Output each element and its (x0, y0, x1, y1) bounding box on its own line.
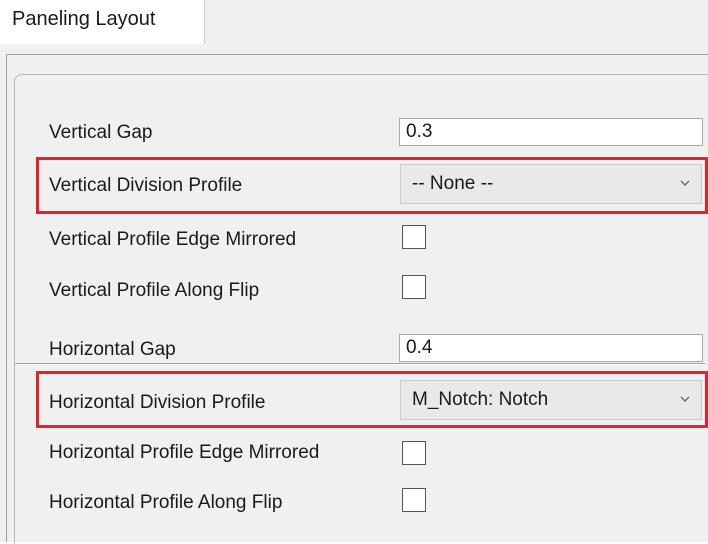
tab-paneling-layout[interactable]: Paneling Layout (0, 0, 205, 44)
vertical-along-flip-checkbox[interactable] (402, 275, 426, 299)
vertical-edge-mirrored-checkbox[interactable] (402, 225, 426, 249)
horizontal-gap-input[interactable]: 0.4 (399, 334, 703, 362)
horizontal-along-flip-label: Horizontal Profile Along Flip (49, 492, 283, 513)
horizontal-edge-mirrored-checkbox[interactable] (402, 441, 426, 465)
properties-panel: Vertical Gap 0.3 Vertical Division Profi… (0, 44, 708, 544)
tab-label: Paneling Layout (12, 8, 156, 30)
horizontal-along-flip-checkbox[interactable] (402, 488, 426, 512)
tab-strip: Paneling Layout (0, 0, 708, 45)
horizontal-division-highlight (36, 371, 708, 428)
horizontal-edge-mirrored-label: Horizontal Profile Edge Mirrored (49, 442, 320, 463)
vertical-along-flip-label: Vertical Profile Along Flip (49, 280, 260, 301)
vertical-edge-mirrored-label: Vertical Profile Edge Mirrored (49, 229, 297, 250)
section-divider-highlight (15, 364, 705, 365)
horizontal-gap-label: Horizontal Gap (49, 339, 176, 360)
vertical-gap-label: Vertical Gap (49, 122, 153, 143)
vertical-division-highlight (36, 157, 708, 214)
vertical-gap-input[interactable]: 0.3 (399, 118, 703, 146)
